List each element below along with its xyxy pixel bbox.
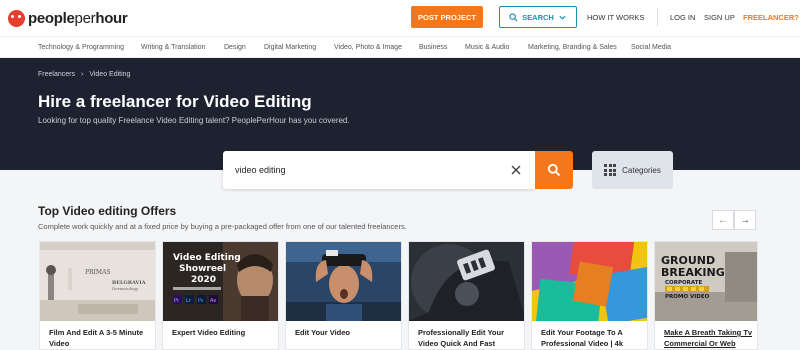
breadcrumb-freelancers[interactable]: Freelancers — [38, 71, 75, 78]
offer-title[interactable]: Expert Video Editing — [172, 327, 276, 338]
offer-card[interactable]: Video Editing Showreel 2020 Pr Lr Ps Ae … — [162, 241, 279, 350]
category-marketing-branding[interactable]: Marketing, Branding & Sales — [528, 44, 617, 51]
nav-divider — [657, 8, 658, 26]
top-navbar: peopleperhour POST PROJECT SEARCH HOW IT… — [0, 0, 800, 36]
page-title: Hire a freelancer for Video Editing — [38, 92, 312, 111]
clear-icon[interactable] — [509, 163, 523, 177]
thumb-promo-text: PROMO VIDEO — [665, 294, 710, 300]
freelancer-link[interactable]: FREELANCER? — [743, 13, 799, 22]
arrow-right-icon: → — [740, 214, 750, 226]
category-design[interactable]: Design — [224, 44, 246, 51]
thumb-breaking-text: BREAKING — [661, 266, 725, 279]
offer-title[interactable]: Edit Your Footage To A Professional Vide… — [541, 327, 645, 349]
category-nav: Technology & Programming Writing & Trans… — [0, 36, 800, 58]
thumb-title-text: Video Editing — [173, 253, 241, 263]
arrow-left-icon: ← — [718, 214, 728, 226]
offer-title[interactable]: Professionally Edit Your Video Quick And… — [418, 327, 522, 349]
carousel-next-button[interactable]: → — [734, 210, 756, 230]
how-it-works-link[interactable]: HOW IT WORKS — [587, 13, 644, 22]
offer-thumbnail — [532, 242, 647, 321]
page-subtitle: Looking for top quality Freelance Video … — [38, 116, 350, 125]
search-button-label: SEARCH — [522, 12, 554, 22]
category-digital-marketing[interactable]: Digital Marketing — [264, 44, 316, 51]
search-input[interactable]: video editing — [223, 151, 535, 189]
post-project-button[interactable]: POST PROJECT — [411, 6, 483, 28]
offer-thumbnail — [286, 242, 401, 321]
category-video-photo[interactable]: Video, Photo & Image — [334, 44, 402, 51]
category-technology[interactable]: Technology & Programming — [38, 44, 124, 51]
thumb-primas-text: PRIMAS — [85, 269, 111, 276]
thumb-ae-text: Ae — [210, 298, 216, 304]
grid-icon — [604, 164, 617, 176]
thumb-ps-text: Ps — [198, 298, 204, 304]
carousel-prev-button[interactable]: ← — [712, 210, 734, 230]
search-input-value: video editing — [235, 165, 286, 175]
offer-card[interactable]: Edit Your Video — [285, 241, 402, 350]
category-music-audio[interactable]: Music & Audio — [465, 44, 509, 51]
offer-card[interactable]: GROUND BREAKING CORPORATE PROMO VIDEO Ma… — [654, 241, 758, 350]
category-business[interactable]: Business — [419, 44, 447, 51]
search-submit-button[interactable] — [535, 151, 573, 189]
offer-thumbnail: Video Editing Showreel 2020 Pr Lr Ps Ae — [163, 242, 278, 321]
categories-button-label: Categories — [622, 165, 661, 175]
category-social-media[interactable]: Social Media — [631, 44, 671, 51]
search-icon — [547, 163, 561, 177]
offer-card[interactable]: PRIMAS BELGRAVIA Dermatology Film And Ed… — [39, 241, 156, 350]
search-dropdown-button[interactable]: SEARCH — [499, 6, 577, 28]
offer-title[interactable]: Edit Your Video — [295, 327, 399, 338]
offer-title[interactable]: Make A Breath Taking Tv Commercial Or We… — [664, 327, 757, 349]
offer-thumbnail: GROUND BREAKING CORPORATE PROMO VIDEO — [655, 242, 757, 321]
offer-card[interactable]: Professionally Edit Your Video Quick And… — [408, 241, 525, 350]
breadcrumb: Freelancers › Video Editing — [38, 71, 130, 78]
offers-subtitle: Complete work quickly and at a fixed pri… — [38, 222, 407, 231]
categories-button[interactable]: Categories — [592, 151, 673, 189]
search-icon — [509, 12, 518, 22]
chevron-down-icon — [559, 15, 566, 20]
logo-mark-icon — [8, 9, 25, 27]
offer-card[interactable]: Edit Your Footage To A Professional Vide… — [531, 241, 648, 350]
signup-link[interactable]: SIGN UP — [704, 13, 735, 22]
thumb-dermatology-text: Dermatology — [112, 286, 139, 291]
offer-thumbnail — [409, 242, 524, 321]
login-link[interactable]: LOG IN — [670, 13, 695, 22]
offer-title[interactable]: Film And Edit A 3-5 Minute Video — [49, 327, 153, 349]
thumb-corporate-text: CORPORATE — [665, 280, 702, 286]
category-writing[interactable]: Writing & Translation — [141, 44, 205, 51]
thumb-year-text: 2020 — [191, 275, 216, 285]
logo-text: peopleperhour — [28, 9, 128, 27]
peopleperhour-logo[interactable]: peopleperhour — [8, 9, 128, 27]
offers-title: Top Video editing Offers — [38, 204, 177, 218]
breadcrumb-video-editing[interactable]: Video Editing — [89, 71, 130, 78]
breadcrumb-separator: › — [80, 71, 84, 78]
thumb-showreel-text: Showreel — [179, 264, 226, 274]
offer-thumbnail: PRIMAS BELGRAVIA Dermatology — [40, 242, 155, 321]
